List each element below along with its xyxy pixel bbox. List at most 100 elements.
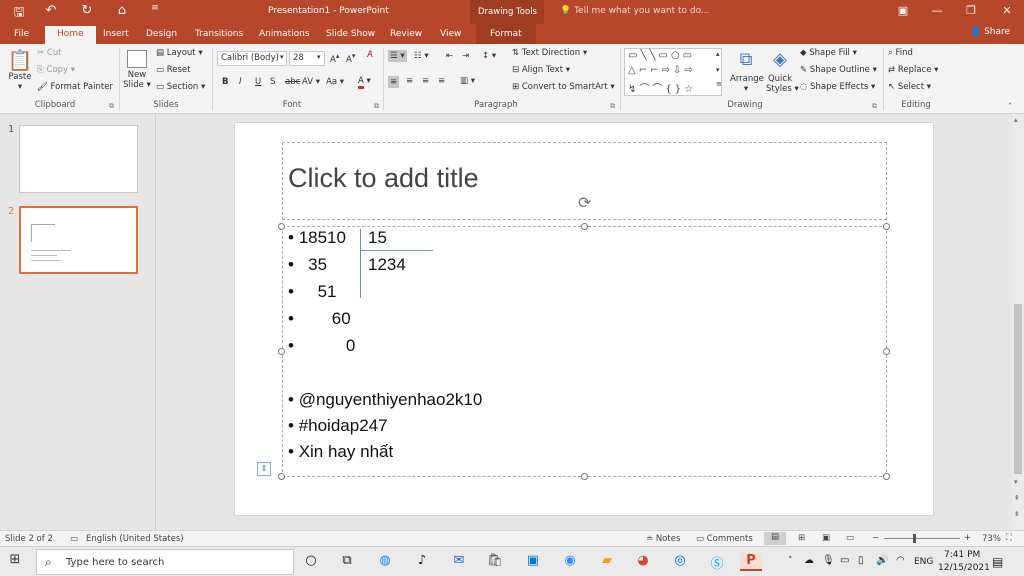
collapse-ribbon-icon[interactable]: ˄ xyxy=(1008,102,1012,111)
store-icon[interactable]: 🛍 xyxy=(484,553,506,571)
tab-insert[interactable]: Insert xyxy=(97,27,135,44)
numbering-button[interactable]: ☷ ▾ xyxy=(414,51,429,61)
tab-design[interactable]: Design xyxy=(140,27,183,44)
notes-button[interactable]: ≐ Notes xyxy=(646,534,680,544)
zoom-slider[interactable] xyxy=(884,538,960,539)
font-name-select[interactable]: Calibri (Body) xyxy=(217,51,287,66)
tell-me-search[interactable]: 💡 Tell me what you want to do... xyxy=(560,6,710,16)
arrange-button[interactable]: ⧉ Arrange ▾ xyxy=(730,46,764,94)
decrease-indent-icon[interactable]: ⇤ xyxy=(446,51,453,61)
tab-file[interactable]: File xyxy=(8,27,35,44)
comments-button[interactable]: ▭ Comments xyxy=(696,534,753,544)
dialog-launcher-icon[interactable]: ⧉ xyxy=(610,102,615,111)
replace-button[interactable]: ⇄ Replace ▾ xyxy=(888,65,938,75)
italic-button[interactable]: I xyxy=(239,77,242,87)
slideshow-icon[interactable]: ▭ xyxy=(846,533,854,543)
line-spacing-button[interactable]: ↕ ▾ xyxy=(482,51,496,61)
slide-sorter-icon[interactable]: ⊞ xyxy=(798,533,805,543)
gallery-scroll-icon[interactable]: ▾ xyxy=(716,66,720,74)
scroll-thumb[interactable] xyxy=(1014,304,1022,474)
powerpoint-taskbar-icon[interactable]: P xyxy=(740,553,762,571)
tiktok-icon[interactable]: ♪ xyxy=(411,553,433,571)
save-icon[interactable]: 🖫 xyxy=(10,3,28,25)
edge-icon[interactable]: ◍ xyxy=(374,553,396,571)
file-explorer-icon[interactable]: ▰ xyxy=(596,553,618,571)
columns-button[interactable]: ▥ ▾ xyxy=(460,76,475,86)
quick-styles-button[interactable]: ◈ Quick Styles ▾ xyxy=(766,46,799,94)
notifications-icon[interactable]: ▤ xyxy=(992,555,1003,569)
select-button[interactable]: ↖ Select ▾ xyxy=(888,82,931,92)
resize-handle[interactable] xyxy=(883,348,890,355)
paste-button[interactable]: 📋 Paste ▾ xyxy=(6,48,34,92)
chevron-down-icon[interactable]: ▾ xyxy=(280,53,284,61)
volume-icon[interactable]: 🔊 xyxy=(876,555,888,566)
app-icon[interactable]: ▣ xyxy=(522,553,544,571)
tab-view[interactable]: View xyxy=(434,27,467,44)
bullets-button[interactable]: ☰ ▾ xyxy=(388,50,407,62)
dialog-launcher-icon[interactable]: ⧉ xyxy=(374,102,379,111)
rotate-handle-icon[interactable]: ⟳ xyxy=(578,193,591,212)
zalo-icon[interactable]: ◎ xyxy=(669,553,691,571)
underline-button[interactable]: U xyxy=(255,77,261,87)
network-icon[interactable]: ▭ xyxy=(840,555,849,566)
zoom-app-icon[interactable]: ◉ xyxy=(559,553,581,571)
justify-icon[interactable]: ≡ xyxy=(438,76,445,86)
normal-view-icon[interactable]: ▤ xyxy=(764,532,786,545)
increase-indent-icon[interactable]: ⇥ xyxy=(462,51,469,61)
new-slide-button[interactable]: New Slide ▾ xyxy=(123,48,151,90)
scroll-up-icon[interactable]: ▴ xyxy=(1014,116,1018,124)
input-language[interactable]: ENG xyxy=(914,557,933,567)
resize-handle[interactable] xyxy=(581,223,588,230)
onedrive-icon[interactable]: ☁ xyxy=(804,555,814,566)
reset-button[interactable]: ▭ Reset xyxy=(156,65,190,75)
section-button[interactable]: ▭ Section ▾ xyxy=(156,82,205,92)
microphone-icon[interactable]: 🎙 xyxy=(822,555,835,566)
resize-handle[interactable] xyxy=(278,473,285,480)
align-text-button[interactable]: ⊟ Align Text ▾ xyxy=(512,65,570,75)
present-icon[interactable]: ⌂ xyxy=(113,3,131,18)
smartart-button[interactable]: ⊞ Convert to SmartArt ▾ xyxy=(512,82,615,92)
resize-handle[interactable] xyxy=(883,473,890,480)
align-center-icon[interactable]: ≡ xyxy=(406,76,413,86)
customize-qat-icon[interactable]: ≡ xyxy=(146,3,164,13)
fit-slide-icon[interactable]: ⛶ xyxy=(1006,533,1012,543)
autofit-options-icon[interactable]: ⇕ xyxy=(257,462,271,476)
tab-transitions[interactable]: Transitions xyxy=(189,27,249,44)
clock-date[interactable]: 12/15/2021 xyxy=(938,563,990,573)
battery-icon[interactable]: ▯ xyxy=(858,555,864,566)
change-case-button[interactable]: Aa ▾ xyxy=(326,77,344,87)
slide-thumbnail-2[interactable] xyxy=(19,206,138,274)
align-left-icon[interactable]: ≡ xyxy=(388,76,400,88)
redo-icon[interactable]: ↻ xyxy=(78,3,96,18)
skype-icon[interactable]: Ⓢ xyxy=(706,553,728,572)
layout-button[interactable]: ▤ Layout ▾ xyxy=(156,48,203,58)
tab-slide-show[interactable]: Slide Show xyxy=(320,27,381,44)
language-indicator[interactable]: English (United States) xyxy=(86,534,184,544)
tab-format[interactable]: Format xyxy=(476,24,536,44)
increase-font-icon[interactable]: A▴ xyxy=(330,51,339,65)
share-button[interactable]: 👤 Share xyxy=(970,27,1010,37)
next-slide-icon[interactable]: ⇟ xyxy=(1014,510,1020,518)
align-right-icon[interactable]: ≡ xyxy=(422,76,429,86)
dialog-launcher-icon[interactable]: ⧉ xyxy=(109,102,114,111)
reading-view-icon[interactable]: ▣ xyxy=(822,533,830,543)
format-painter-button[interactable]: 🖌 Format Painter xyxy=(37,82,113,92)
shapes-gallery[interactable]: ▭╲╲▭○▭ △⌐⌐⇨⇩⇨ ↯⌒⌒{}☆ xyxy=(624,48,722,96)
resize-handle[interactable] xyxy=(278,223,285,230)
bold-button[interactable]: B xyxy=(222,77,228,87)
dialog-launcher-icon[interactable]: ⧉ xyxy=(872,102,877,111)
zoom-level[interactable]: 73% xyxy=(982,534,1001,544)
zoom-out-icon[interactable]: − xyxy=(872,533,879,543)
scroll-down-icon[interactable]: ▾ xyxy=(1014,478,1018,486)
chrome-icon[interactable]: ◕ xyxy=(632,553,654,571)
shape-outline-button[interactable]: ✎ Shape Outline ▾ xyxy=(800,65,877,75)
gallery-more-icon[interactable]: ≡ xyxy=(716,80,722,88)
close-icon[interactable]: ✕ xyxy=(996,4,1018,17)
cut-button[interactable]: ✂ Cut xyxy=(37,48,61,58)
clock-time[interactable]: 7:41 PM xyxy=(944,550,980,560)
minimize-icon[interactable]: — xyxy=(926,4,948,17)
zoom-in-icon[interactable]: + xyxy=(964,533,971,543)
find-button[interactable]: ⌕ Find xyxy=(888,48,913,58)
shadow-button[interactable]: S xyxy=(270,77,275,87)
resize-handle[interactable] xyxy=(581,473,588,480)
